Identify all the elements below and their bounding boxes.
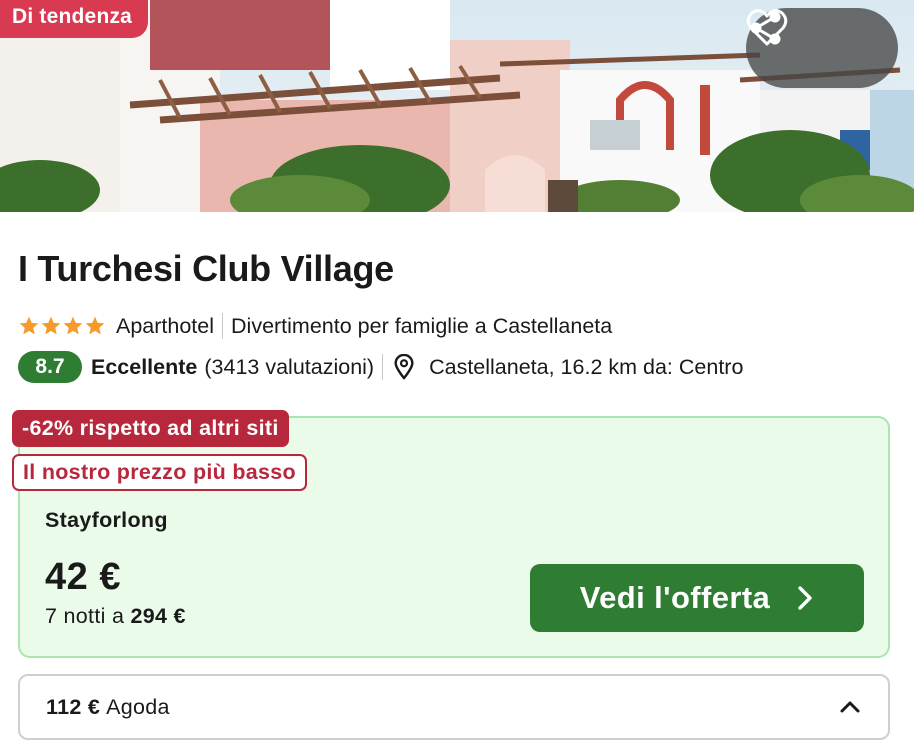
- hotel-type: Aparthotel: [116, 313, 215, 338]
- location-pin-icon: [394, 354, 414, 380]
- offer-total: 7 notti a 294 €: [45, 604, 186, 629]
- divider: [382, 354, 384, 380]
- heart-icon: [746, 9, 788, 46]
- star-icon: [85, 316, 105, 335]
- review-count[interactable]: (3413 valutazioni): [204, 355, 374, 380]
- hotel-name[interactable]: I Turchesi Club Village: [18, 248, 394, 290]
- hotel-tagline: Divertimento per famiglie a Castellaneta: [231, 313, 613, 338]
- star-icon: [63, 316, 83, 335]
- alt-offer-price: 112 €: [46, 694, 101, 719]
- star-rating: [18, 315, 106, 337]
- lowest-price-tag: Il nostro prezzo più basso: [12, 454, 307, 491]
- chevron-up-icon[interactable]: [838, 695, 862, 719]
- offer-price: 42 €: [45, 556, 121, 598]
- star-icon: [41, 316, 61, 335]
- score-label: Eccellente: [91, 354, 198, 379]
- divider: [222, 313, 224, 339]
- chevron-right-icon: [798, 586, 812, 610]
- rating-location-row: 8.7 Eccellente (3413 valutazioni) Castel…: [18, 350, 743, 384]
- score-badge: 8.7: [18, 351, 82, 383]
- view-offer-button[interactable]: Vedi l'offerta: [530, 564, 864, 632]
- discount-tag: -62% rispetto ad altri siti: [12, 410, 289, 447]
- trending-badge: Di tendenza: [0, 0, 149, 38]
- nights-label: 7 notti a: [45, 604, 125, 628]
- offer-provider: Stayforlong: [45, 508, 168, 532]
- nights-total: 294 €: [130, 604, 186, 628]
- alt-offer-provider: Agoda: [106, 694, 170, 719]
- hotel-location[interactable]: Castellaneta, 16.2 km da: Centro: [429, 355, 743, 380]
- hotel-photo[interactable]: Di tendenza: [0, 0, 914, 212]
- view-offer-label: Vedi l'offerta: [579, 580, 771, 615]
- alt-offer-row[interactable]: 112 € Agoda: [18, 674, 890, 740]
- hero-actions: [746, 8, 898, 88]
- hotel-meta-row: Aparthotel Divertimento per famiglie a C…: [18, 309, 612, 343]
- favorite-button[interactable]: [746, 9, 877, 72]
- star-icon: [19, 316, 39, 335]
